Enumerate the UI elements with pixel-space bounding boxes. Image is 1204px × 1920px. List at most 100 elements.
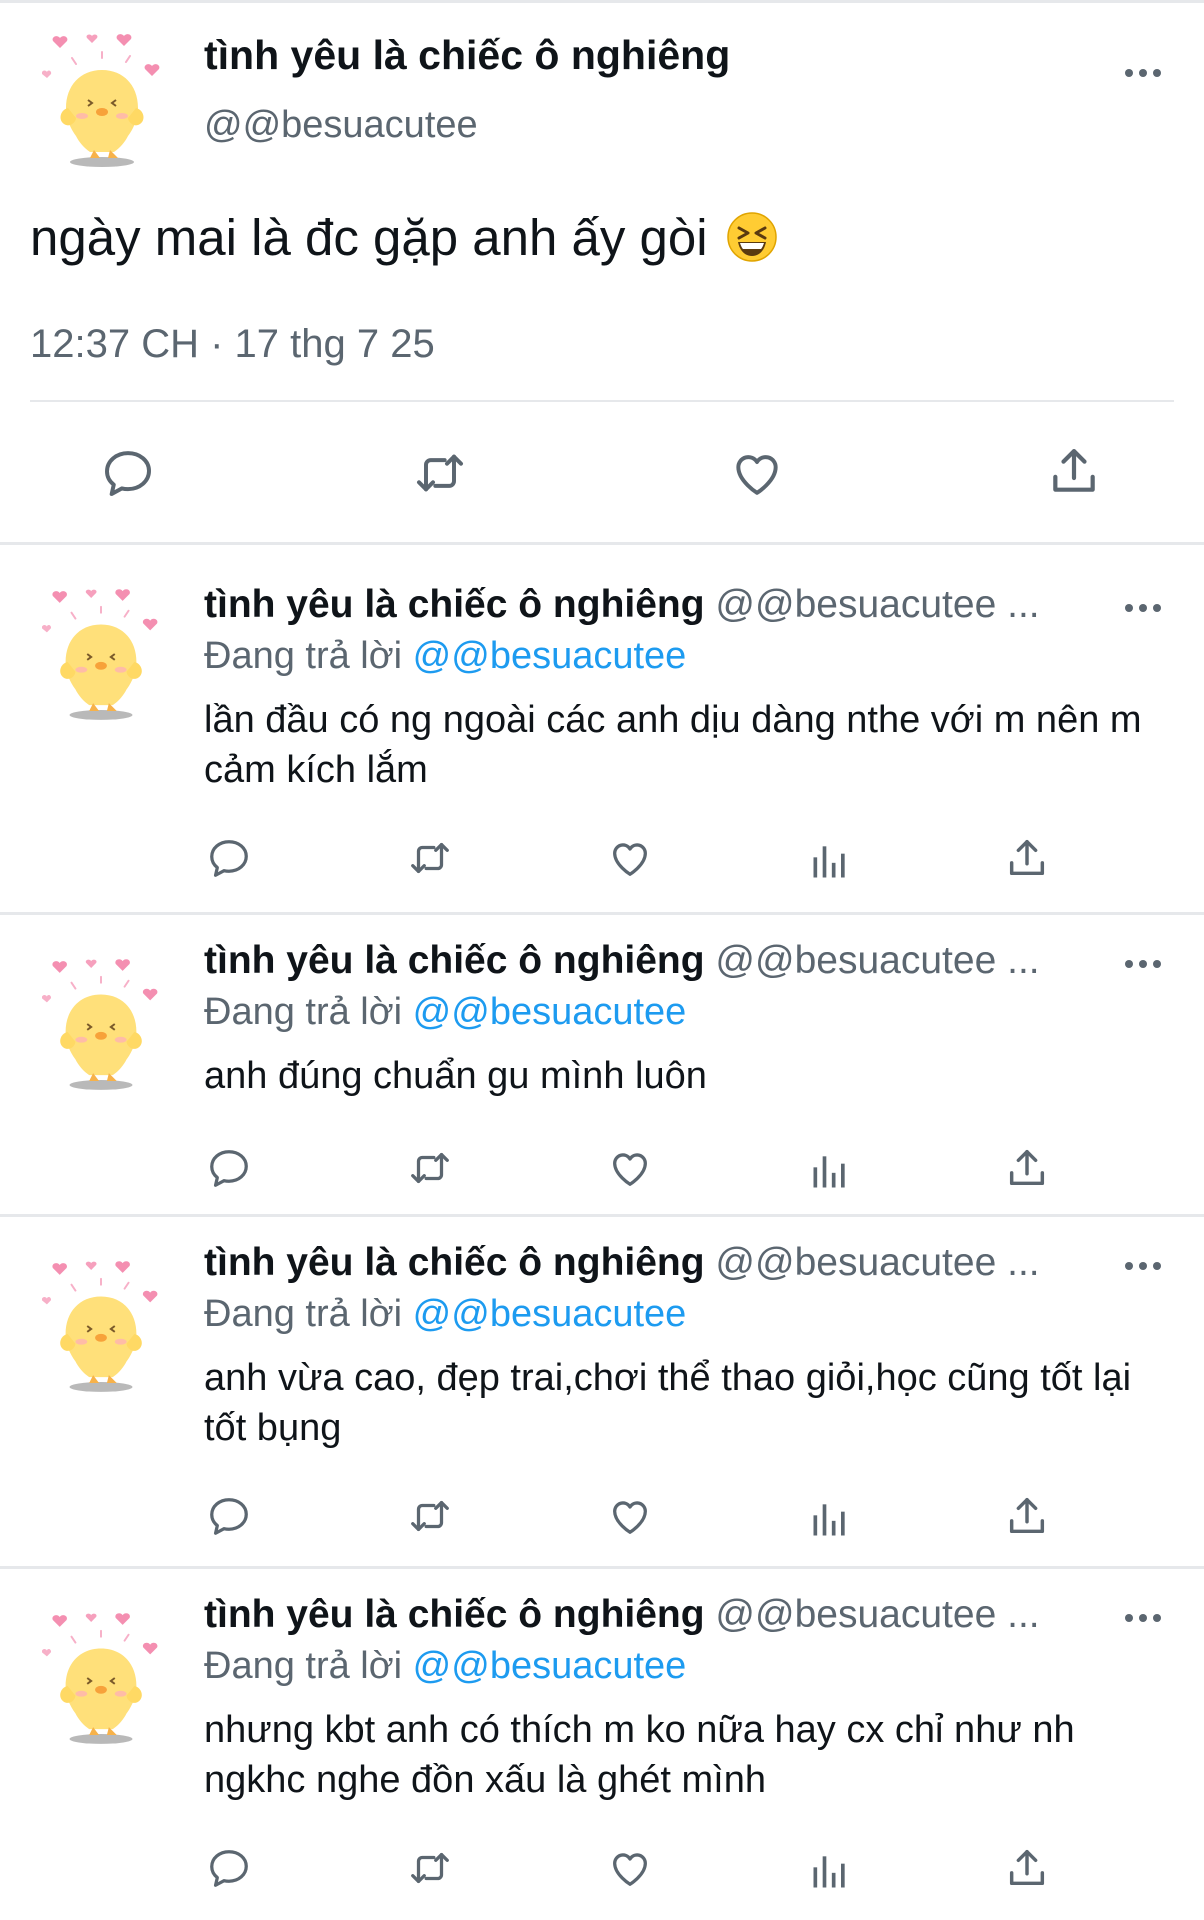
reply-button[interactable] (206, 1845, 252, 1891)
avatar[interactable] (42, 1609, 160, 1747)
retweet-button[interactable] (404, 1493, 456, 1539)
replying-label: Đang trả lời (204, 1293, 403, 1335)
more-options-button[interactable] (1118, 949, 1168, 979)
grinning-squinting-face-icon (727, 212, 777, 262)
reply-button[interactable] (206, 1493, 252, 1539)
share-icon (1004, 835, 1050, 881)
chick-avatar-icon (42, 955, 160, 1093)
display-name[interactable]: tình yêu là chiếc ô nghiêng (204, 32, 730, 79)
replying-to: Đang trả lời @@besuacutee (204, 991, 686, 1034)
reply-button[interactable] (100, 445, 156, 501)
tweet-text: anh vừa cao, đẹp trai,chơi thể thao giỏi… (204, 1357, 1132, 1449)
more-dot-icon (1125, 1262, 1133, 1270)
reply-header: tình yêu là chiếc ô nghiêng @@besuacutee… (204, 1593, 1040, 1637)
display-name[interactable]: tình yêu là chiếc ô nghiêng (204, 939, 705, 982)
chick-avatar-icon (42, 30, 162, 170)
more-options-button[interactable] (1118, 58, 1168, 88)
more-dot-icon (1139, 69, 1147, 77)
views-icon (808, 1497, 852, 1541)
mention-link[interactable]: @@besuacutee (413, 635, 687, 677)
like-button[interactable] (606, 1845, 654, 1891)
chick-avatar-icon (42, 1257, 160, 1395)
more-dot-icon (1153, 604, 1161, 612)
reply-icon (100, 445, 156, 501)
views-button[interactable] (808, 1497, 852, 1541)
display-name[interactable]: tình yêu là chiếc ô nghiêng (204, 583, 705, 626)
handle[interactable]: @@besuacutee ... (715, 1241, 1039, 1284)
mention-link[interactable]: @@besuacutee (413, 1293, 687, 1335)
like-icon (606, 1493, 654, 1539)
handle[interactable]: @@besuacutee ... (715, 939, 1039, 982)
share-button[interactable] (1004, 1493, 1050, 1539)
handle[interactable]: @@besuacutee (204, 104, 478, 147)
reply-tweet[interactable]: tình yêu là chiếc ô nghiêng @@besuacutee… (0, 1569, 1204, 1920)
action-bar (0, 1845, 1204, 1905)
views-button[interactable] (808, 1149, 852, 1193)
tweet-text: nhưng kbt anh có thích m ko nữa hay cx c… (204, 1709, 1075, 1801)
tweet-text: anh đúng chuẩn gu mình luôn (204, 1055, 707, 1097)
more-dot-icon (1153, 960, 1161, 968)
retweet-icon (404, 1845, 456, 1891)
share-button[interactable] (1004, 835, 1050, 881)
mention-link[interactable]: @@besuacutee (413, 1645, 687, 1687)
more-dot-icon (1153, 1614, 1161, 1622)
more-dot-icon (1125, 1614, 1133, 1622)
retweet-icon (404, 1493, 456, 1539)
display-name[interactable]: tình yêu là chiếc ô nghiêng (204, 1241, 705, 1284)
share-button[interactable] (1046, 442, 1102, 500)
handle[interactable]: @@besuacutee ... (715, 1593, 1039, 1636)
more-dot-icon (1125, 960, 1133, 968)
more-options-button[interactable] (1118, 1603, 1168, 1633)
avatar[interactable] (42, 955, 160, 1093)
share-button[interactable] (1004, 1145, 1050, 1191)
chick-avatar-icon (42, 585, 160, 723)
like-icon (606, 1145, 654, 1191)
reply-button[interactable] (206, 835, 252, 881)
reply-tweet[interactable]: tình yêu là chiếc ô nghiêng @@besuacutee… (0, 915, 1204, 1215)
more-dot-icon (1153, 1262, 1161, 1270)
views-button[interactable] (808, 839, 852, 883)
avatar[interactable] (42, 30, 162, 170)
retweet-button[interactable] (404, 835, 456, 881)
reply-icon (206, 1845, 252, 1891)
tweet-text-body: ngày mai là đc gặp anh ấy gòi (30, 209, 708, 266)
more-dot-icon (1139, 1262, 1147, 1270)
tweet-text: ngày mai là đc gặp anh ấy gòi (30, 208, 778, 267)
like-icon (606, 835, 654, 881)
mention-link[interactable]: @@besuacutee (413, 991, 687, 1033)
reply-tweet[interactable]: tình yêu là chiếc ô nghiêng @@besuacutee… (0, 1217, 1204, 1567)
reply-icon (206, 1145, 252, 1191)
replying-to: Đang trả lời @@besuacutee (204, 1293, 686, 1336)
retweet-button[interactable] (404, 1845, 456, 1891)
reply-button[interactable] (206, 1145, 252, 1191)
share-icon (1004, 1145, 1050, 1191)
share-icon (1004, 1493, 1050, 1539)
views-button[interactable] (808, 1849, 852, 1893)
like-button[interactable] (728, 445, 786, 501)
handle[interactable]: @@besuacutee ... (715, 583, 1039, 626)
reply-header: tình yêu là chiếc ô nghiêng @@besuacutee… (204, 1241, 1040, 1285)
reply-tweet[interactable]: tình yêu là chiếc ô nghiêng @@besuacutee… (0, 545, 1204, 912)
avatar[interactable] (42, 585, 160, 723)
display-name[interactable]: tình yêu là chiếc ô nghiêng (204, 1593, 705, 1636)
like-icon (728, 445, 786, 501)
like-button[interactable] (606, 835, 654, 881)
views-icon (808, 839, 852, 883)
retweet-button[interactable] (404, 1145, 456, 1191)
share-button[interactable] (1004, 1845, 1050, 1891)
like-button[interactable] (606, 1145, 654, 1191)
like-button[interactable] (606, 1493, 654, 1539)
action-bar (0, 1145, 1204, 1205)
reply-icon (206, 835, 252, 881)
replying-label: Đang trả lời (204, 991, 403, 1033)
replying-label: Đang trả lời (204, 1645, 403, 1687)
share-icon (1004, 1845, 1050, 1891)
avatar[interactable] (42, 1257, 160, 1395)
more-options-button[interactable] (1118, 1251, 1168, 1281)
retweet-icon (404, 1145, 456, 1191)
retweet-button[interactable] (410, 445, 470, 501)
timestamp[interactable]: 12:37 CH · 17 thg 7 25 (30, 322, 435, 367)
more-options-button[interactable] (1118, 593, 1168, 623)
replying-to: Đang trả lời @@besuacutee (204, 1645, 686, 1688)
more-dot-icon (1139, 1614, 1147, 1622)
